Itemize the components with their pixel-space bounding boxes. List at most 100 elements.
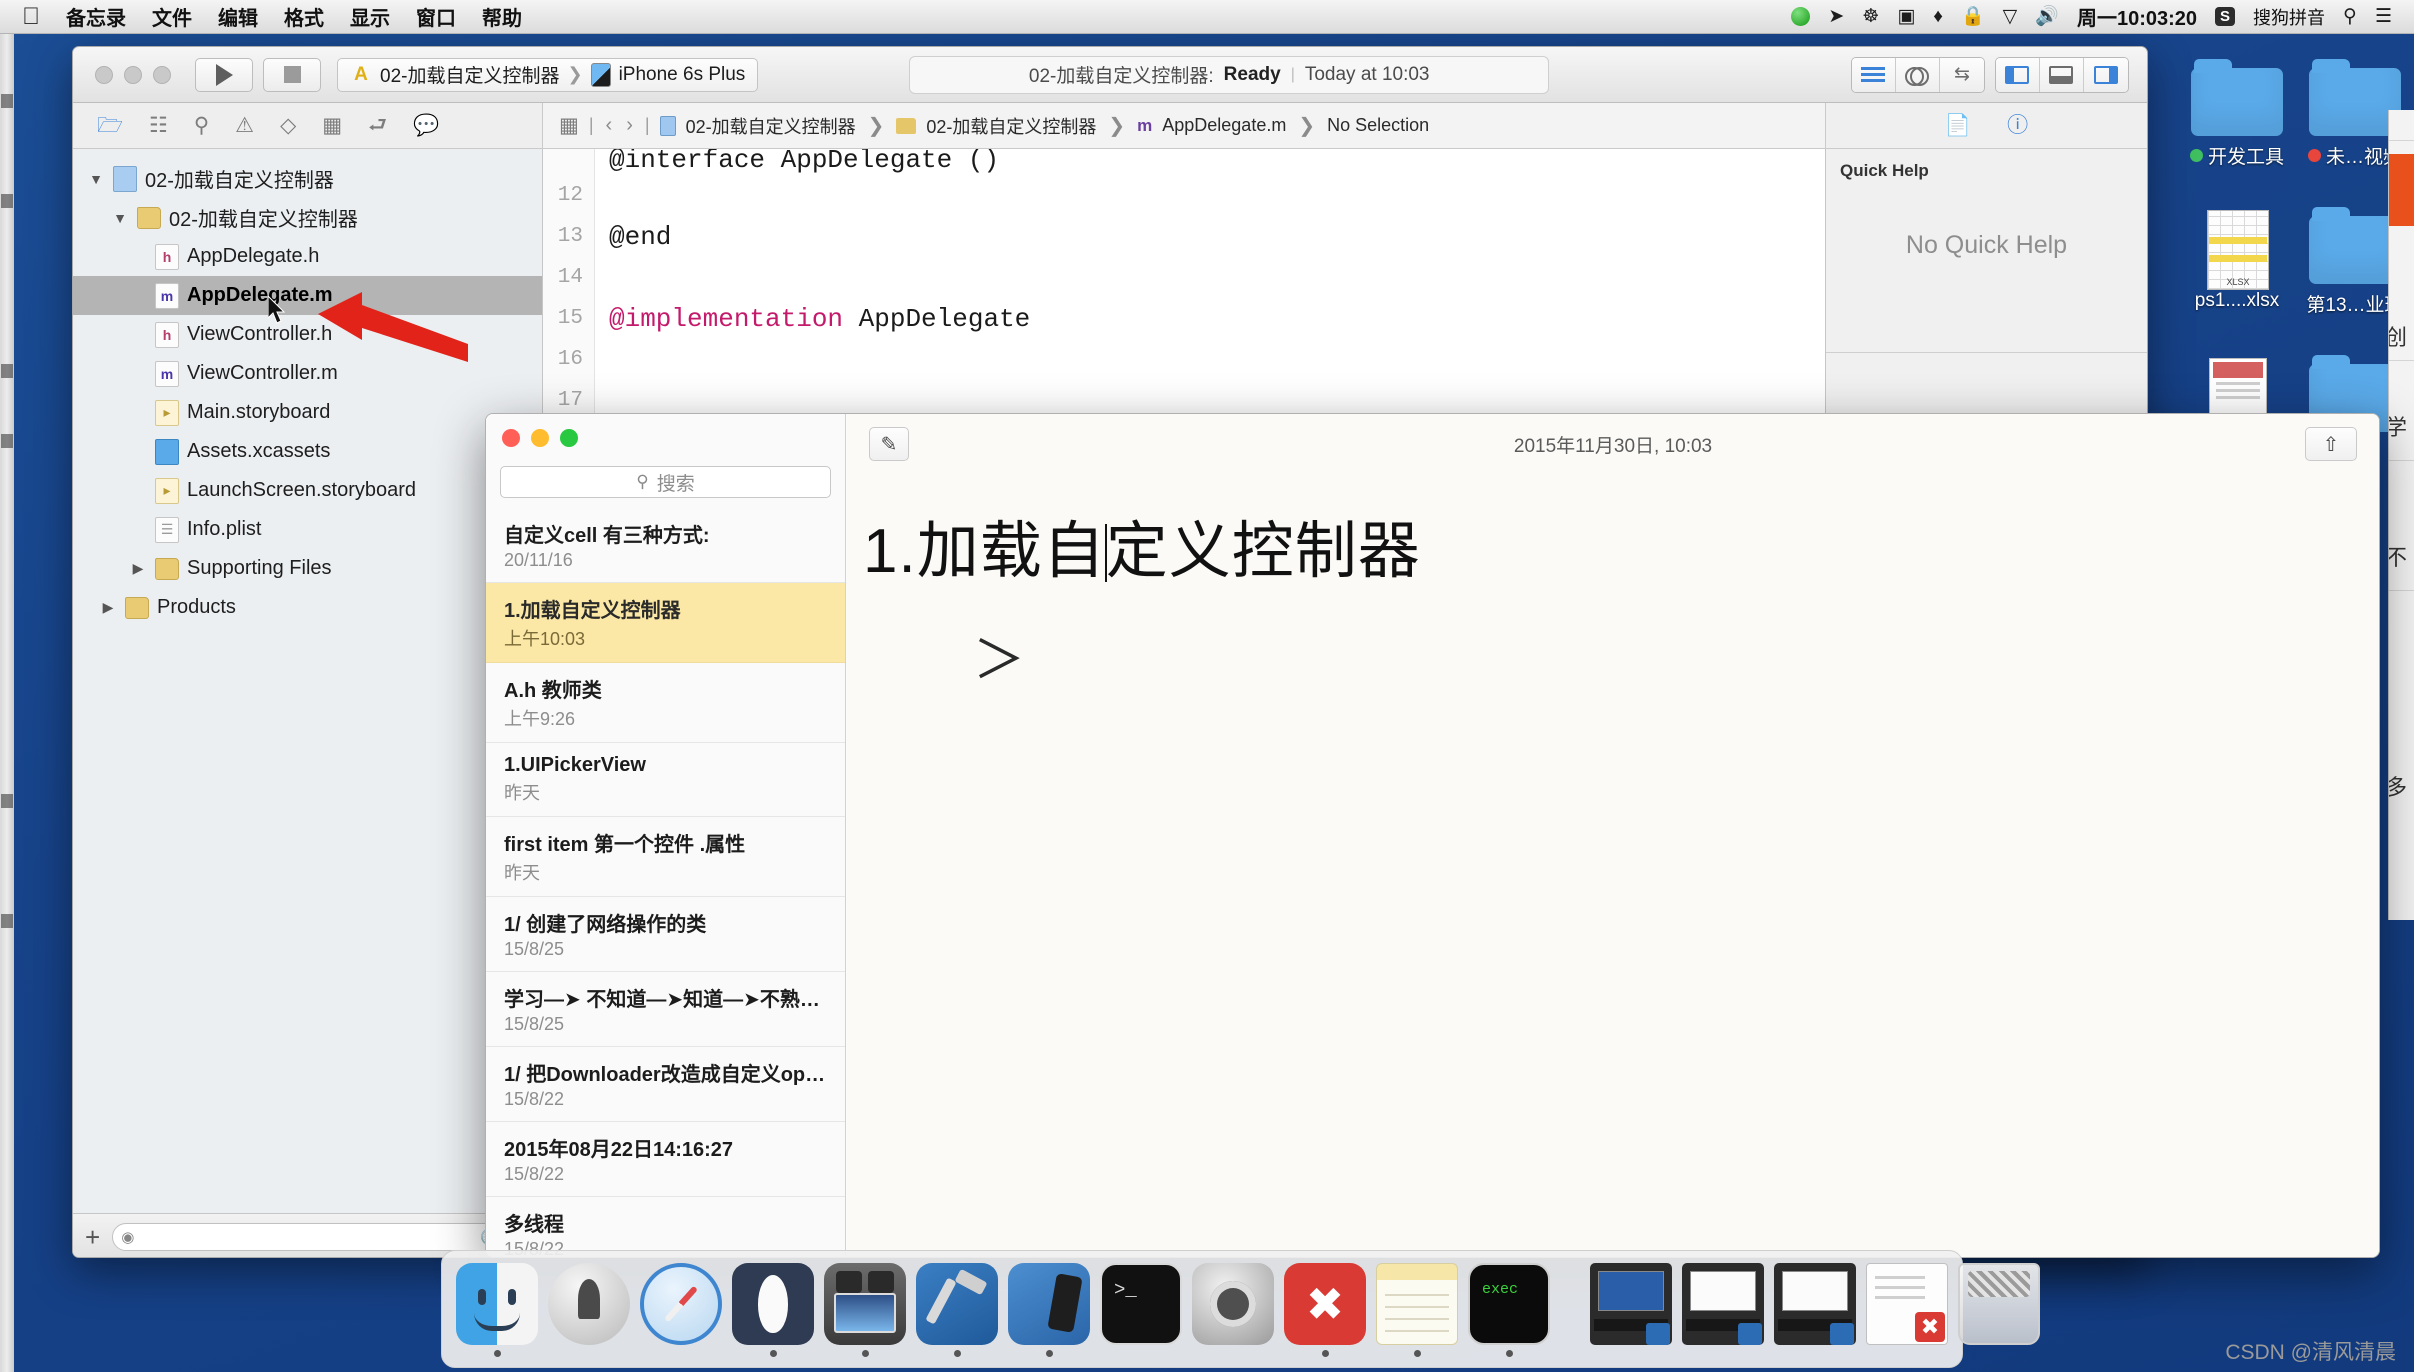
notification-center-icon[interactable]: ☰ [2375,7,2392,26]
dock-item-xmind[interactable]: ✖ [1284,1263,1366,1357]
dock-item-launchpad[interactable] [548,1263,630,1357]
document-icon[interactable]: 📄 [1945,115,1971,136]
back-button[interactable]: ‹ [604,114,615,137]
minimize-button[interactable] [124,65,142,84]
zoom-button[interactable] [560,429,578,447]
run-button[interactable] [195,57,253,92]
note-list-item[interactable]: 自定义cell 有三种方式: 20/11/16 [486,508,845,583]
menu-item-file[interactable]: 文件 [152,2,192,31]
close-button[interactable] [95,65,113,84]
input-method-label[interactable]: 搜狗拼音 [2253,4,2325,30]
version-editor-icon[interactable]: ⇆ [1939,57,1984,92]
assistant-editor-icon[interactable] [1895,57,1940,92]
standard-editor-icon[interactable] [1851,57,1896,92]
tree-row-main-storyboard[interactable]: ▸ Main.storyboard [73,393,542,432]
menu-item-window[interactable]: 窗口 [416,2,456,31]
breadcrumb-file[interactable]: AppDelegate.m [1162,115,1286,136]
lock-icon[interactable]: 🔒 [1961,7,1985,26]
debug-pane-icon[interactable] [2039,57,2084,92]
dock-minimized-window-2[interactable] [1682,1263,1764,1357]
dock-item-safari[interactable] [640,1263,722,1357]
help-icon[interactable]: ⓘ [2007,115,2028,136]
dock-item-finder[interactable] [456,1263,538,1357]
tree-row-appdelegate-h[interactable]: h AppDelegate.h [73,237,542,276]
tree-row-supporting-files[interactable]: ▶ Supporting Files [73,549,542,588]
tree-row-launchscreen[interactable]: ▸ LaunchScreen.storyboard [73,471,542,510]
report-navigator-icon[interactable]: 💬 [413,115,439,136]
add-file-button[interactable]: + [85,1224,100,1250]
tree-row-info-plist[interactable]: ☰ Info.plist [73,510,542,549]
dock-trash[interactable] [1958,1263,2040,1357]
stop-button[interactable] [263,57,321,92]
breadcrumb-project[interactable]: 02-加载自定义控制器 [686,113,856,139]
desktop-icon-xlsx[interactable]: XLSX ps1....xlsx [2178,206,2296,354]
note-list-item-selected[interactable]: 1.加载自定义控制器 上午10:03 [486,583,845,663]
dock-item-notes[interactable] [1376,1263,1458,1357]
menu-item-help[interactable]: 帮助 [482,2,522,31]
note-list-item[interactable]: 1/ 把Downloader改造成自定义operation 15/8/22 [486,1047,845,1122]
dock-item-simulator[interactable] [1008,1263,1090,1357]
filter-scope-icon[interactable]: ◉ [121,1228,134,1246]
breakpoint-navigator-icon[interactable]: ⮐ [368,115,387,136]
zoom-button[interactable] [153,65,171,84]
note-list-item[interactable]: 2015年08月22日14:16:27 15/8/22 [486,1122,845,1197]
menu-item-notes[interactable]: 备忘录 [66,2,126,31]
disclosure-triangle[interactable]: ▼ [111,210,129,226]
note-list-item[interactable]: 1/ 创建了网络操作的类 15/8/25 [486,897,845,972]
tree-row-group[interactable]: ▼ 02-加载自定义控制器 [73,198,542,237]
utilities-pane-icon[interactable] [2083,57,2128,92]
symbol-navigator-icon[interactable]: ☷ [149,115,168,136]
disclosure-triangle[interactable]: ▶ [129,560,147,577]
debug-navigator-icon[interactable]: ▦ [322,115,342,136]
input-method-badge[interactable]: S [2215,7,2236,26]
note-list-item[interactable]: first item 第一个控件 .属性 昨天 [486,817,845,897]
tree-row-products[interactable]: ▶ Products [73,588,542,627]
share-icon[interactable]: ⇧ [2305,427,2357,461]
close-button[interactable] [502,429,520,447]
background-window-left-sliver[interactable] [0,34,14,1372]
apple-logo-icon[interactable]:  [22,4,40,29]
dock-minimized-window-1[interactable] [1590,1263,1672,1357]
notes-search-field[interactable]: ⚲ 搜索 [500,466,831,498]
menu-item-view[interactable]: 显示 [350,2,390,31]
menu-item-edit[interactable]: 编辑 [218,2,258,31]
dock-item-sketch[interactable] [732,1263,814,1357]
note-list-item[interactable]: A.h 教师类 上午9:26 [486,663,845,743]
dock-item-exec[interactable]: exec [1468,1263,1550,1357]
tree-row-viewcontroller-h[interactable]: h ViewController.h [73,315,542,354]
test-navigator-icon[interactable]: ◇ [280,115,296,136]
menu-item-format[interactable]: 格式 [284,2,324,31]
project-navigator-icon[interactable]: 🗁 [97,115,123,136]
record-icon[interactable] [1791,7,1811,26]
dock-minimized-window-3[interactable] [1774,1263,1856,1357]
tree-row-assets[interactable]: Assets.xcassets [73,432,542,471]
disclosure-triangle[interactable]: ▶ [99,599,117,616]
note-list-item[interactable]: 学习—➤ 不知道—➤知道—➤不熟练—➤熟… 15/8/25 [486,972,845,1047]
minimize-button[interactable] [531,429,549,447]
bluetooth-icon[interactable]: ☸ [1862,7,1879,26]
note-list-item[interactable]: 多线程 15/8/22 [486,1197,845,1257]
note-body-content[interactable]: 1.加载自定义控制器 ＞ [847,474,2379,693]
screencast-icon[interactable]: ▣ [1897,7,1915,26]
dock-minimized-document[interactable]: ✖ [1866,1263,1948,1357]
tree-row-viewcontroller-m[interactable]: m ViewController.m [73,354,542,393]
filter-input[interactable]: ◉ 🕐 ▣ [112,1222,530,1251]
vpn-icon[interactable]: ♦ [1933,7,1943,26]
notes-list[interactable]: 自定义cell 有三种方式: 20/11/16 1.加载自定义控制器 上午10:… [486,508,845,1257]
note-list-item[interactable]: 1.UIPickerView 昨天 [486,743,845,817]
dock-item-xcode[interactable] [916,1263,998,1357]
scheme-selector[interactable]: 02-加载自定义控制器 ❯ iPhone 6s Plus [337,57,759,92]
background-window-right-sliver[interactable]: 创 学 不 多 [2388,110,2414,920]
dock-item-quicktime[interactable] [824,1263,906,1357]
dock-item-terminal[interactable]: >_ [1100,1263,1182,1357]
compose-icon[interactable]: ✎ [869,427,909,461]
breadcrumb-selection[interactable]: No Selection [1327,115,1429,136]
disclosure-triangle[interactable]: ▼ [87,171,105,187]
tree-row-appdelegate-m[interactable]: m AppDelegate.m [73,276,542,315]
related-files-icon[interactable]: ▦ [559,115,579,136]
forward-button[interactable]: › [624,114,635,137]
breadcrumb-group[interactable]: 02-加载自定义控制器 [926,113,1096,139]
tree-row-project[interactable]: ▼ 02-加载自定义控制器 [73,159,542,198]
navigator-pane-icon[interactable] [1995,57,2040,92]
location-icon[interactable]: ➤ [1828,7,1844,26]
